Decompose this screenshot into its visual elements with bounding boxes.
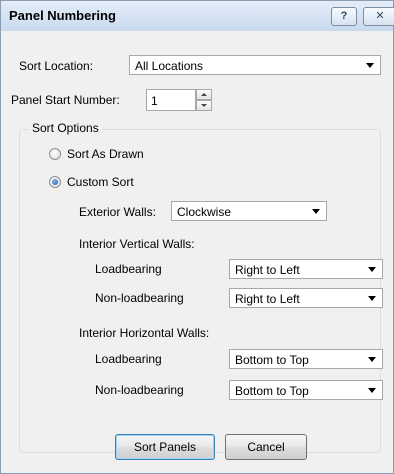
custom-sort-label[interactable]: Custom Sort [67, 175, 134, 189]
sort-as-drawn-radio[interactable] [49, 148, 61, 160]
chevron-down-icon [366, 63, 374, 68]
interior-vertical-walls-title: Interior Vertical Walls: [79, 237, 195, 251]
interior-horizontal-walls-title: Interior Horizontal Walls: [79, 326, 210, 340]
chevron-down-icon [368, 357, 376, 362]
spinner-up-button[interactable] [196, 89, 212, 100]
sort-as-drawn-label[interactable]: Sort As Drawn [67, 147, 144, 161]
interior-horizontal-loadbearing-value: Bottom to Top [235, 353, 309, 367]
dialog-body: Sort Location: All Locations Panel Start… [1, 31, 393, 473]
sort-options-title: Sort Options [29, 121, 102, 135]
chevron-down-icon [368, 296, 376, 301]
spinner-buttons [196, 89, 212, 111]
exterior-walls-value: Clockwise [177, 205, 232, 219]
interior-horizontal-loadbearing-dropdown[interactable]: Bottom to Top [229, 349, 383, 369]
interior-horizontal-nonloadbearing-value: Bottom to Top [235, 384, 309, 398]
chevron-down-icon [368, 267, 376, 272]
interior-vertical-nonloadbearing-value: Right to Left [235, 292, 300, 306]
sort-location-value: All Locations [135, 59, 204, 73]
interior-vertical-loadbearing-value: Right to Left [235, 263, 300, 277]
close-button[interactable]: ✕ [363, 7, 394, 26]
sort-panels-button[interactable]: Sort Panels [115, 434, 215, 460]
sort-location-dropdown[interactable]: All Locations [129, 55, 381, 75]
dialog-window: Panel Numbering ? ✕ Sort Location: All L… [0, 0, 394, 474]
spinner-down-button[interactable] [196, 100, 212, 111]
title-bar[interactable]: Panel Numbering ? ✕ [1, 1, 394, 31]
exterior-walls-label: Exterior Walls: [79, 205, 156, 219]
interior-vertical-loadbearing-label: Loadbearing [95, 262, 162, 276]
interior-horizontal-loadbearing-label: Loadbearing [95, 352, 162, 366]
help-button[interactable]: ? [331, 7, 357, 26]
interior-vertical-loadbearing-dropdown[interactable]: Right to Left [229, 259, 383, 279]
interior-vertical-nonloadbearing-dropdown[interactable]: Right to Left [229, 288, 383, 308]
panel-start-number-value: 1 [151, 94, 158, 108]
interior-horizontal-nonloadbearing-dropdown[interactable]: Bottom to Top [229, 380, 383, 400]
interior-horizontal-nonloadbearing-label: Non-loadbearing [95, 383, 184, 397]
panel-start-number-label: Panel Start Number: [11, 93, 120, 107]
window-title: Panel Numbering [9, 8, 116, 23]
panel-start-number-spinner[interactable]: 1 [146, 89, 216, 111]
sort-location-label: Sort Location: [19, 59, 94, 73]
chevron-down-icon [312, 209, 320, 214]
custom-sort-radio[interactable] [49, 176, 61, 188]
interior-vertical-nonloadbearing-label: Non-loadbearing [95, 291, 184, 305]
chevron-down-icon [368, 388, 376, 393]
panel-start-number-input[interactable]: 1 [146, 89, 196, 111]
cancel-button[interactable]: Cancel [225, 434, 307, 460]
exterior-walls-dropdown[interactable]: Clockwise [171, 201, 327, 221]
